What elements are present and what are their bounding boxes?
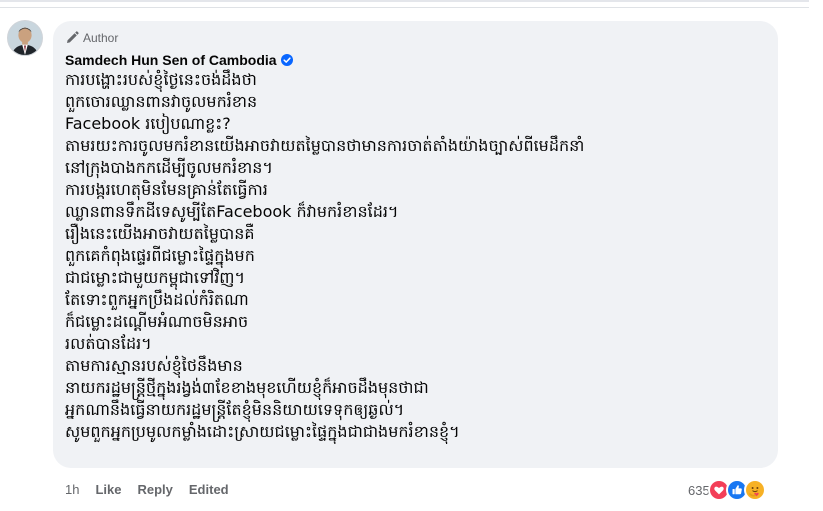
comment-bubble: Author Samdech Hun Sen of Cambodia ការបង… [53,21,778,468]
edited-label[interactable]: Edited [189,482,229,497]
comment-text: ការបង្ហោះរបស់ខ្ញុំថ្ងៃនេះចង់ដឹងថា ពួកចោរ… [65,70,585,441]
author-badge-label: Author [83,31,119,45]
verified-badge-icon [280,53,293,66]
author-name-row: Samdech Hun Sen of Cambodia [65,50,766,69]
top-divider [0,0,809,2]
top-line [0,7,809,8]
reactions-summary[interactable]: 635 [688,479,766,501]
avatar-image [8,21,42,55]
avatar[interactable] [7,20,43,56]
reaction-count: 635 [688,482,710,498]
comment-page: Author Samdech Hun Sen of Cambodia ការបង… [0,0,823,511]
timestamp-link[interactable]: 1h [65,482,79,497]
comment-actions: 1h Like Reply Edited [65,482,229,497]
author-name-link[interactable]: Samdech Hun Sen of Cambodia [65,52,277,68]
author-badge: Author [65,29,766,47]
like-button[interactable]: Like [95,482,121,497]
reply-button[interactable]: Reply [137,482,172,497]
pencil-icon [67,31,79,43]
care-icon [743,479,766,501]
